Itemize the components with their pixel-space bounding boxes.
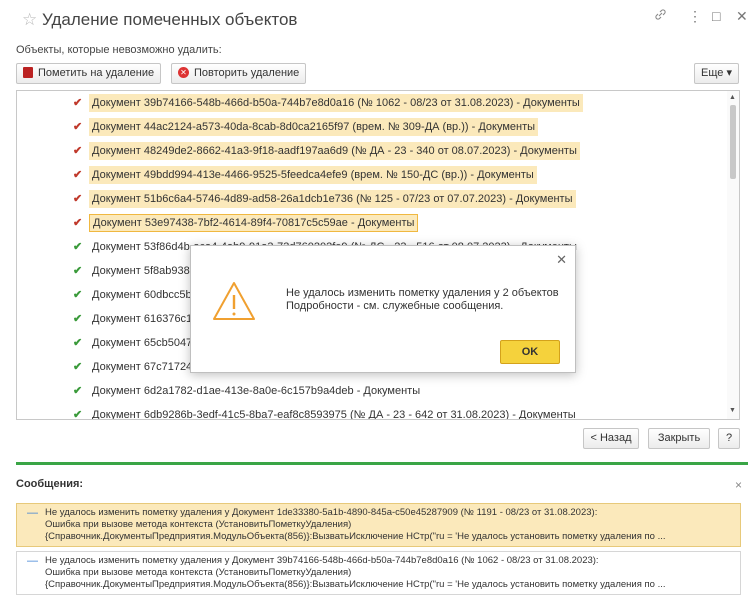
list-row-text: Документ 39b74166-548b-466d-b50a-744b7e8…	[89, 94, 583, 112]
message-dash-icon: —	[27, 555, 38, 567]
success-check-icon: ✔	[73, 265, 83, 277]
dialog-message-line: Подробности - см. служебные сообщения.	[286, 300, 504, 312]
message-line: Не удалось изменить пометку удаления у Д…	[45, 555, 599, 566]
failed-check-icon: ✔	[73, 145, 83, 157]
scroll-down-icon[interactable]: ▼	[729, 407, 736, 414]
list-row-text: Документ 49bdd994-413e-4466-9525-5feedca…	[89, 166, 537, 184]
success-check-icon: ✔	[73, 409, 83, 420]
message-line: Ошибка при вызове метода контекста (Уста…	[45, 519, 352, 530]
list-row[interactable]: ✔ Документ 6d2a1782-d1ae-413e-8a0e-6c157b…	[17, 379, 729, 403]
list-row[interactable]: ✔ Документ 48249de2-8662-41a3-9f18-aadf19…	[17, 139, 729, 163]
failed-check-icon: ✔	[73, 169, 83, 181]
list-row[interactable]: ✔ Документ 39b74166-548b-466d-b50a-744b7e…	[17, 91, 729, 115]
list-row-text: Документ 48249de2-8662-41a3-9f18-aadf197…	[89, 142, 580, 160]
more-menu-button[interactable]: Еще ▾	[694, 63, 739, 84]
ok-button[interactable]: OK	[500, 340, 560, 364]
close-button[interactable]: Закрыть	[648, 428, 710, 449]
message-line: Не удалось изменить пометку удаления у Д…	[45, 507, 598, 518]
list-row-text: Документ 6d2a1782-d1ae-413e-8a0e-6c157b9…	[92, 385, 421, 397]
list-row-text: Документ 60dbcc5b	[92, 289, 192, 301]
list-row-text: Документ 5f8ab938-	[92, 265, 194, 277]
scroll-up-icon[interactable]: ▲	[729, 94, 736, 101]
warning-dialog: ✕ Не удалось изменить пометку удаления у…	[190, 245, 576, 373]
failed-check-icon: ✔	[73, 121, 83, 133]
success-check-icon: ✔	[73, 337, 83, 349]
list-row-text: Документ 51b6c6a4-5746-4d89-ad58-26a1dcb…	[89, 190, 576, 208]
failed-check-icon: ✔	[73, 217, 83, 229]
list-row-text: Документ 44ac2124-a573-40da-8cab-8d0ca21…	[89, 118, 539, 136]
warning-icon	[211, 280, 257, 325]
mark-deletion-icon	[23, 66, 33, 78]
error-circle-icon: ✕	[178, 66, 189, 78]
more-actions-icon[interactable]: ⋮	[688, 8, 702, 25]
list-caption: Объекты, которые невозможно удалить:	[16, 44, 222, 56]
window-title: Удаление помеченных объектов	[42, 10, 298, 29]
list-row[interactable]: ✔ Документ 44ac2124-a573-40da-8cab-8d0ca2…	[17, 115, 729, 139]
list-row[interactable]: ✔ Документ 53e97438-7bf2-4614-89f4-70817c…	[17, 211, 729, 235]
success-check-icon: ✔	[73, 241, 83, 253]
delete-marked-objects-window: ☆ Удаление помеченных объектов ⋮ □ ✕ Объ…	[0, 0, 755, 608]
maximize-icon[interactable]: □	[712, 8, 720, 24]
failed-check-icon: ✔	[73, 97, 83, 109]
back-button[interactable]: < Назад	[583, 428, 639, 449]
success-check-icon: ✔	[73, 361, 83, 373]
success-check-icon: ✔	[73, 313, 83, 325]
retry-deletion-button[interactable]: ✕ Повторить удаление	[171, 63, 307, 84]
scroll-thumb[interactable]	[730, 105, 736, 179]
messages-title: Сообщения:	[16, 478, 84, 490]
message-line: Ошибка при вызове метода контекста (Уста…	[45, 567, 352, 578]
mark-for-deletion-button[interactable]: Пометить на удаление	[16, 63, 162, 84]
dialog-close-icon[interactable]: ✕	[556, 252, 567, 268]
list-row-text: Документ 6db9286b-3edf-41c5-8ba7-eaf8c85…	[92, 409, 576, 420]
favorite-star-icon[interactable]: ☆	[22, 10, 37, 30]
title-bar: ☆ Удаление помеченных объектов ⋮ □ ✕	[0, 0, 755, 38]
retry-deletion-label: Повторить удаление	[194, 67, 300, 79]
message-dash-icon: —	[27, 507, 38, 519]
messages-close-icon[interactable]: ×	[735, 478, 742, 492]
help-button[interactable]: ?	[718, 428, 740, 449]
message-item[interactable]: — Не удалось изменить пометку удаления у…	[16, 503, 741, 547]
list-scrollbar[interactable]: ▲ ▼	[727, 91, 739, 419]
list-row[interactable]: ✔ Документ 49bdd994-413e-4466-9525-5feedc…	[17, 163, 729, 187]
message-item[interactable]: — Не удалось изменить пометку удаления у…	[16, 551, 741, 595]
success-check-icon: ✔	[73, 289, 83, 301]
close-icon[interactable]: ✕	[736, 8, 748, 25]
message-line: {Справочник.ДокументыПредприятия.МодульО…	[45, 579, 666, 590]
list-row-text: Документ 53e97438-7bf2-4614-89f4-70817c5…	[89, 214, 419, 232]
link-icon[interactable]	[654, 8, 667, 24]
list-row-text: Документ 65cb5047	[92, 337, 193, 349]
mark-for-deletion-label: Пометить на удаление	[38, 67, 155, 79]
list-row-text: Документ 616376c1-	[92, 313, 196, 325]
messages-divider	[16, 462, 748, 465]
list-row[interactable]: ✔ Документ 6db9286b-3edf-41c5-8ba7-eaf8c8…	[17, 403, 729, 420]
list-row-text: Документ 67c71724	[92, 361, 193, 373]
list-row[interactable]: ✔ Документ 51b6c6a4-5746-4d89-ad58-26a1dc…	[17, 187, 729, 211]
success-check-icon: ✔	[73, 385, 83, 397]
failed-check-icon: ✔	[73, 193, 83, 205]
message-line: {Справочник.ДокументыПредприятия.МодульО…	[45, 531, 666, 542]
dialog-message-line: Не удалось изменить пометку удаления у 2…	[286, 287, 559, 299]
